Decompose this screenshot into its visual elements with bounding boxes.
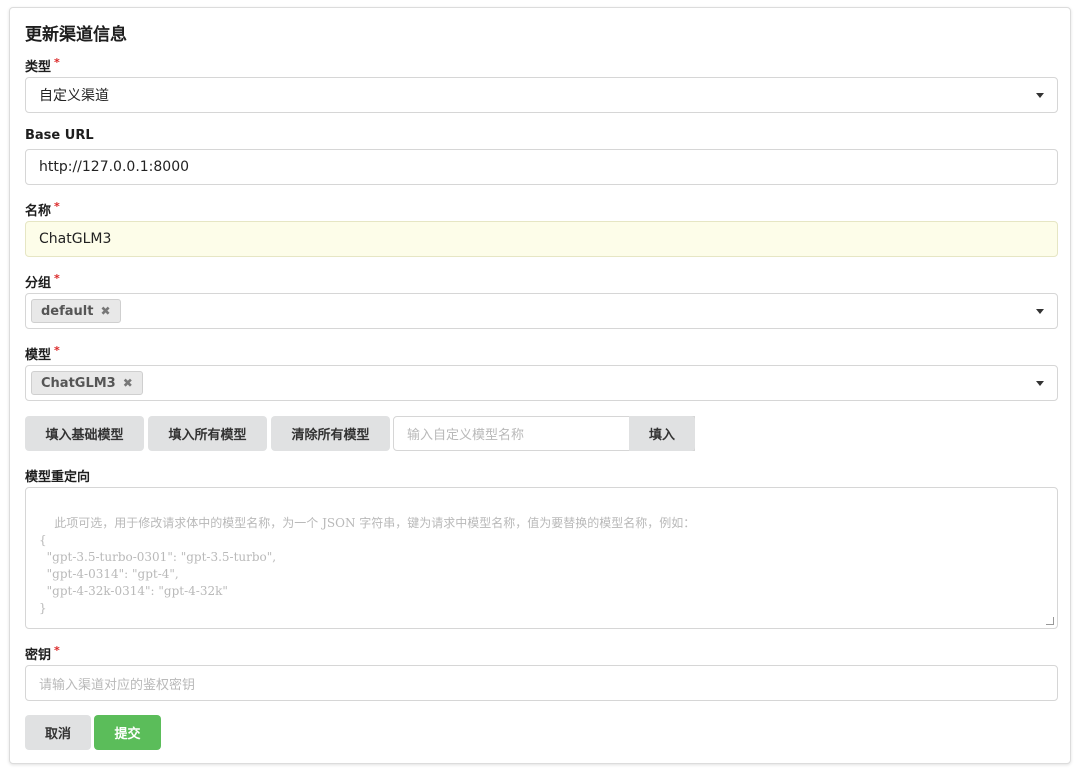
name-input[interactable]: ChatGLM3 [25, 221, 1058, 257]
models-label: 模型 * [25, 344, 60, 363]
key-input[interactable]: 请输入渠道对应的鉴权密钥 [25, 665, 1058, 701]
base-url-input[interactable]: http://127.0.0.1:8000 [25, 149, 1058, 185]
channel-form-card: 更新渠道信息 类型 * 自定义渠道 Base URL http://127.0.0… [9, 7, 1071, 764]
models-select[interactable]: ChatGLM3 ✖ [25, 365, 1058, 401]
cancel-button[interactable]: 取消 [25, 715, 91, 750]
fill-basic-models-button[interactable]: 填入基础模型 [25, 416, 144, 451]
tag-label: default [41, 303, 94, 319]
required-mark: * [54, 200, 60, 213]
remove-tag-icon[interactable]: ✖ [123, 376, 133, 390]
required-mark: * [54, 56, 60, 69]
type-select-value: 自定义渠道 [39, 88, 109, 104]
type-label: 类型 * [25, 56, 60, 75]
custom-model-placeholder: 输入自定义模型名称 [407, 428, 525, 443]
model-tag-chatglm3: ChatGLM3 ✖ [31, 371, 143, 395]
model-mapping-placeholder: 此项可选，用于修改请求体中的模型名称，为一个 JSON 字符串，键为请求中模型名… [39, 516, 696, 615]
required-mark: * [54, 344, 60, 357]
fill-custom-model-button[interactable]: 填入 [629, 416, 695, 451]
clear-all-models-button[interactable]: 清除所有模型 [271, 416, 390, 451]
group-tag-default: default ✖ [31, 299, 121, 323]
group-select[interactable]: default ✖ [25, 293, 1058, 329]
type-select[interactable]: 自定义渠道 [25, 77, 1058, 113]
caret-down-icon [1036, 309, 1044, 314]
remove-tag-icon[interactable]: ✖ [100, 304, 110, 318]
required-mark: * [54, 272, 60, 285]
base-url-label: Base URL [25, 128, 94, 143]
group-label: 分组 * [25, 272, 60, 291]
fill-all-models-button[interactable]: 填入所有模型 [148, 416, 267, 451]
model-mapping-textarea[interactable]: 此项可选，用于修改请求体中的模型名称，为一个 JSON 字符串，键为请求中模型名… [25, 487, 1058, 629]
resize-handle-icon[interactable] [1046, 617, 1054, 625]
caret-down-icon [1036, 381, 1044, 386]
caret-down-icon [1036, 93, 1044, 98]
page-title: 更新渠道信息 [25, 25, 127, 45]
model-mapping-label: 模型重定向 [25, 470, 91, 485]
key-placeholder: 请输入渠道对应的鉴权密钥 [39, 677, 196, 693]
name-label: 名称 * [25, 200, 60, 219]
submit-button[interactable]: 提交 [94, 715, 161, 750]
required-mark: * [54, 644, 60, 657]
name-value: ChatGLM3 [39, 231, 112, 247]
tag-label: ChatGLM3 [41, 375, 116, 391]
key-label: 密钥 * [25, 644, 60, 663]
base-url-value: http://127.0.0.1:8000 [39, 159, 190, 175]
